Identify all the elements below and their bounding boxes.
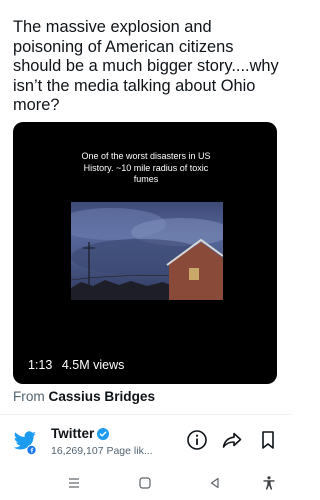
video-meta: 1:13 4.5M views xyxy=(28,358,130,372)
twitter-bird-icon xyxy=(13,431,37,456)
bookmark-icon[interactable] xyxy=(257,429,279,451)
video-player[interactable]: One of the worst disasters in US History… xyxy=(13,122,277,384)
twitter-avatar[interactable] xyxy=(10,426,40,456)
share-icon[interactable] xyxy=(221,429,243,451)
back-icon[interactable] xyxy=(207,475,223,491)
system-navigation-bar xyxy=(0,466,291,500)
storm-scene xyxy=(71,208,223,300)
attribution-author[interactable]: Cassius Bridges xyxy=(49,389,156,404)
info-icon[interactable] xyxy=(186,429,208,451)
attribution: From Cassius Bridges xyxy=(13,389,155,404)
video-views: 4.5M views xyxy=(61,358,125,372)
tweet-text: The massive explosion and poisoning of A… xyxy=(13,18,279,114)
verified-badge-icon xyxy=(97,428,110,443)
account-subtitle: 16,269,107 Page lik... xyxy=(51,445,153,457)
video-caption: One of the worst disasters in US History… xyxy=(81,151,211,184)
account-row[interactable]: Twitter 16,269,107 Page lik... xyxy=(0,420,291,464)
menu-icon[interactable] xyxy=(66,475,82,491)
page: The massive explosion and poisoning of A… xyxy=(0,0,291,500)
home-icon[interactable] xyxy=(137,475,153,491)
account-name[interactable]: Twitter xyxy=(51,426,110,443)
attribution-prefix: From xyxy=(13,389,45,404)
accessibility-icon[interactable] xyxy=(261,475,277,491)
account-name-text: Twitter xyxy=(51,426,95,441)
video-duration: 1:13 xyxy=(28,358,53,372)
divider xyxy=(0,414,291,415)
video-thumbnail xyxy=(71,202,223,300)
